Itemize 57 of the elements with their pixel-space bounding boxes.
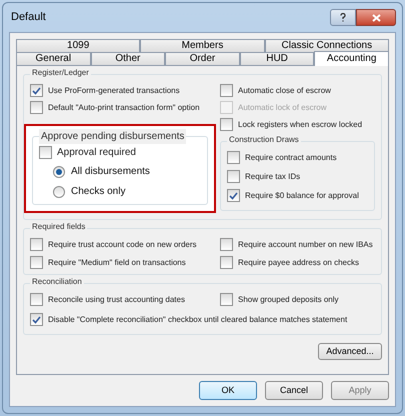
group-title: Register/Ledger <box>30 67 91 79</box>
group-title: Approve pending disbursements <box>39 129 186 144</box>
checkbox[interactable] <box>30 84 43 97</box>
close-icon <box>372 14 380 22</box>
checkbox[interactable] <box>30 238 43 251</box>
checkbox[interactable] <box>227 151 240 164</box>
tab[interactable]: Accounting <box>314 51 389 66</box>
checkbox-label: Require account number on new IBAs <box>238 238 373 250</box>
checkbox[interactable] <box>30 101 43 114</box>
checkbox-label: Require tax IDs <box>245 170 300 182</box>
radio-button[interactable] <box>53 186 65 198</box>
tab[interactable]: HUD <box>240 52 314 65</box>
checkbox[interactable] <box>39 146 52 159</box>
help-button[interactable] <box>330 9 356 26</box>
checkmark-icon <box>32 316 41 324</box>
checkbox-label: Require payee address on checks <box>238 256 359 268</box>
checkbox-label: Use ProForm-generated transactions <box>48 84 180 96</box>
checkbox[interactable] <box>227 189 240 202</box>
help-icon <box>340 13 346 22</box>
dialog-button[interactable]: Cancel <box>265 381 323 400</box>
checkbox-label: Automatic lock of escrow <box>238 102 326 114</box>
checkbox[interactable] <box>220 293 233 306</box>
tab[interactable]: Order <box>165 52 240 65</box>
checkbox-label: Default "Auto-print transaction form" option <box>48 102 200 114</box>
checkbox-label: Disable "Complete reconciliation" checkbox until cleared balance matches statement <box>48 314 348 326</box>
checkmark-icon <box>229 192 238 200</box>
tab[interactable]: Other <box>90 52 166 65</box>
tab[interactable]: Members <box>140 39 265 52</box>
checkbox[interactable] <box>30 256 43 269</box>
checkbox-label: Automatic close of escrow <box>238 84 331 96</box>
tab[interactable]: Classic Connections <box>264 39 389 52</box>
checkbox-label: Show grouped deposits only <box>238 294 339 306</box>
close-button[interactable] <box>356 9 396 26</box>
tab[interactable]: General <box>16 52 91 65</box>
radio-label: All disbursements <box>71 165 150 179</box>
checkbox-label: Approval required <box>57 146 136 160</box>
tab[interactable]: 1099 <box>16 39 140 52</box>
dialog-button[interactable]: OK <box>199 381 257 400</box>
radio-button[interactable] <box>53 166 65 178</box>
checkmark-icon <box>32 86 41 94</box>
checkbox[interactable] <box>220 256 233 269</box>
window-title: Default <box>10 10 46 26</box>
advanced-button[interactable]: Advanced... <box>318 343 382 360</box>
checkbox[interactable] <box>30 313 43 326</box>
radio-label: Checks only <box>71 185 126 199</box>
checkbox-label: Require "Medium" field on transactions <box>48 256 186 268</box>
group-title: Required fields <box>30 221 88 233</box>
checkbox-label: Lock registers when escrow locked <box>238 118 362 130</box>
checkbox-label: Reconcile using trust accounting dates <box>48 294 185 306</box>
checkbox-label: Require contract amounts <box>245 152 337 164</box>
checkbox[interactable] <box>30 293 43 306</box>
checkbox[interactable] <box>227 170 240 183</box>
checkbox[interactable] <box>220 238 233 251</box>
checkbox[interactable] <box>220 84 233 97</box>
checkbox-label: Require $0 balance for approval <box>245 190 359 202</box>
checkbox-label: Require trust account code on new orders <box>48 238 197 250</box>
checkbox[interactable] <box>220 118 233 131</box>
